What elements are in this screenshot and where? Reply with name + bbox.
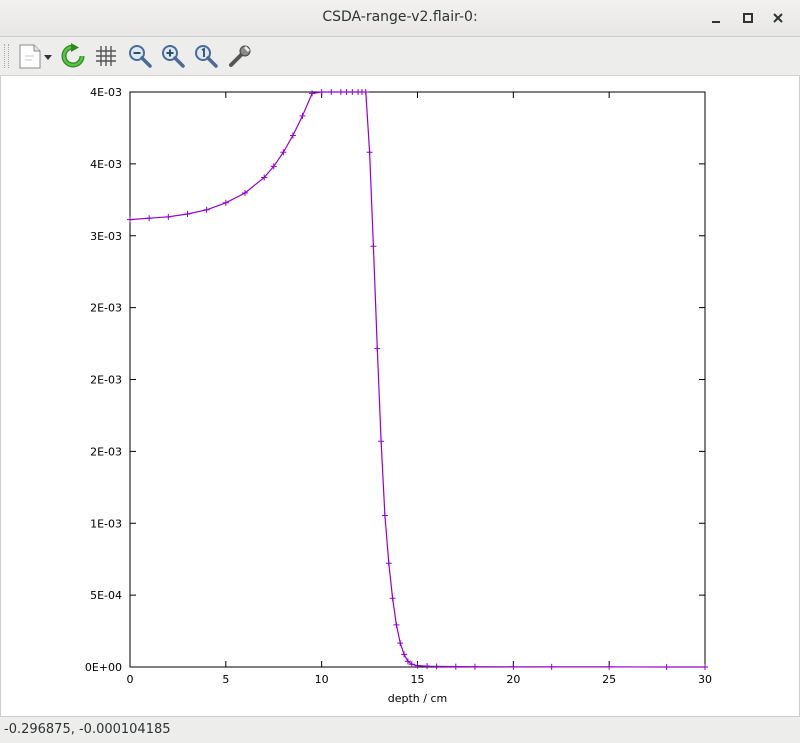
- toolbar: [0, 37, 800, 76]
- data-point: [289, 132, 296, 139]
- data-point: [433, 663, 440, 670]
- minimize-icon: [712, 21, 720, 23]
- data-point: [397, 640, 404, 647]
- close-icon: [773, 13, 783, 23]
- data-point: [165, 213, 172, 220]
- zoom-out-icon: [129, 45, 152, 68]
- zoom-in-icon: [162, 45, 185, 68]
- zoom-reset-icon: [195, 45, 218, 68]
- y-tick-label: 2E-03: [90, 302, 122, 315]
- x-tick-label: 30: [698, 673, 712, 686]
- minimize-button[interactable]: [704, 6, 728, 30]
- data-point: [299, 112, 306, 119]
- data-point: [424, 663, 431, 670]
- x-tick-label: 5: [222, 673, 229, 686]
- new-document-icon: [19, 44, 52, 69]
- data-point: [127, 216, 133, 223]
- data-point: [366, 149, 373, 156]
- y-tick-label: 2E-03: [90, 374, 122, 387]
- cursor-coordinates: -0.296875, -0.000104185: [4, 722, 171, 737]
- data-point: [452, 663, 459, 670]
- maximize-button[interactable]: [736, 6, 760, 30]
- status-bar: -0.296875, -0.000104185: [0, 716, 800, 743]
- x-tick-label: 0: [127, 673, 134, 686]
- data-point: [606, 663, 613, 670]
- data-point: [548, 663, 555, 670]
- y-tick-label: 3E-03: [90, 230, 122, 243]
- close-button[interactable]: [766, 6, 790, 30]
- series-line: [129, 91, 705, 668]
- data-point: [146, 215, 153, 222]
- refresh-button[interactable]: [58, 41, 88, 71]
- settings-button[interactable]: [225, 41, 255, 71]
- grid-button[interactable]: [91, 41, 121, 71]
- data-point: [374, 345, 381, 352]
- zoom-reset-button[interactable]: [191, 41, 221, 71]
- data-point: [389, 595, 396, 602]
- data-point: [393, 621, 400, 628]
- zoom-in-button[interactable]: [158, 41, 188, 71]
- data-point: [362, 89, 369, 95]
- data-point: [702, 663, 708, 670]
- plot-area[interactable]: 0 5 10 15 20 25 30 0E+00 5E-04 1E-03 2E-03 2E-03 2E-…: [0, 76, 800, 716]
- y-tick-label: 1E-03: [90, 517, 122, 530]
- y-tick-label: 2E-03: [90, 445, 122, 458]
- y-tick-label: 5E-04: [90, 589, 122, 602]
- data-point: [337, 89, 344, 95]
- maximize-icon: [743, 13, 753, 23]
- y-tick-label: 4E-03: [90, 86, 122, 99]
- data-point: [663, 663, 670, 670]
- y-tick-label: 0E+00: [85, 661, 122, 674]
- data-point: [370, 243, 377, 250]
- data-point: [414, 662, 421, 669]
- zoom-out-button[interactable]: [125, 41, 155, 71]
- data-point: [472, 663, 478, 670]
- window-title: CSDA-range-v2.flair-0:: [322, 9, 478, 25]
- grid-icon: [96, 46, 116, 66]
- data-point: [343, 89, 350, 95]
- x-tick-label: 15: [411, 673, 425, 686]
- y-tick-label: 4E-03: [90, 158, 122, 171]
- data-point: [328, 89, 335, 95]
- data-point: [349, 89, 356, 95]
- data-point: [203, 206, 210, 213]
- wrench-icon: [229, 45, 251, 67]
- x-axis-label: depth / cm: [388, 692, 447, 705]
- x-tick-label: 20: [506, 673, 520, 686]
- data-point: [184, 211, 191, 218]
- data-point: [222, 199, 229, 206]
- data-point: [401, 651, 408, 658]
- data-point: [381, 512, 388, 519]
- new-document-button[interactable]: [12, 41, 56, 71]
- refresh-icon: [61, 43, 85, 68]
- data-point: [510, 663, 517, 670]
- data-point: [378, 438, 385, 445]
- data-point: [318, 89, 325, 95]
- data-point: [309, 90, 316, 97]
- plot-frame: [129, 91, 706, 668]
- chart[interactable]: 0 5 10 15 20 25 30 0E+00 5E-04 1E-03 2E-03 2E-03 2E-…: [1, 76, 799, 716]
- x-tick-label: 10: [315, 673, 329, 686]
- toolbar-grip[interactable]: [4, 44, 9, 68]
- title-bar: CSDA-range-v2.flair-0:: [0, 0, 800, 37]
- x-tick-label: 25: [602, 673, 616, 686]
- data-point: [385, 560, 392, 567]
